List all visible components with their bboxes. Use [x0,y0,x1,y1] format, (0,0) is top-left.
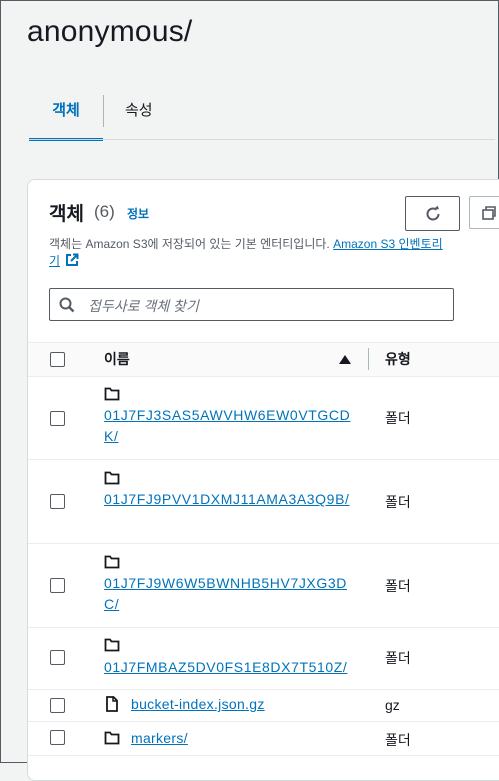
inventory-link[interactable]: Amazon S3 인벤토리 [333,237,443,251]
objects-count: (6) [94,202,115,221]
table-row: bucket-index.json.gz gz [28,690,499,722]
folder-icon [104,471,120,485]
tab-divider [103,95,104,127]
folder-icon [104,731,120,745]
objects-description-cont: 기 [49,253,79,270]
table-row: 01J7FJ9W6W5BWNHB5HV7JXG3DC/ 폴더 [28,544,499,628]
column-type[interactable]: 유형 [385,349,411,369]
folder-icon [104,387,120,401]
object-link[interactable]: 01J7FJ3SAS5AWVHW6EW0VTGCDK/ [104,405,354,447]
info-link[interactable]: 정보 [127,205,149,222]
object-type: 폴더 [385,732,411,748]
object-type: 폴더 [385,650,411,666]
inventory-link-cont[interactable]: 기 [49,254,60,268]
object-type: 폴더 [385,410,411,426]
row-checkbox[interactable] [50,698,65,713]
object-type: 폴더 [385,494,411,510]
tab-properties[interactable]: 속성 [125,91,153,139]
row-checkbox[interactable] [50,730,65,745]
objects-panel: 객체 (6) 정보 객체는 Amazon S3에 저장되어 있는 기본 엔터티입… [27,179,499,781]
object-link[interactable]: markers/ [131,728,188,749]
table-row: markers/ 폴더 [28,722,499,756]
tab-underline [29,139,495,140]
tab-bar: 객체 속성 [29,91,495,141]
description-text: 객체는 Amazon S3에 저장되어 있는 기본 엔터티입니다. [49,237,330,251]
tab-objects[interactable]: 객체 [29,91,103,141]
objects-heading: 객체 [49,204,84,225]
object-link[interactable]: 01J7FJ9W6W5BWNHB5HV7JXG3DC/ [104,573,354,615]
object-link[interactable]: 01J7FJ9PVV1DXMJ11AMA3A3Q9B/ [104,489,354,510]
copy-s3-uri-button[interactable] [469,196,499,229]
file-icon [106,696,118,712]
row-checkbox[interactable] [50,650,65,665]
search-field[interactable] [49,288,454,321]
object-type: 폴더 [385,578,411,594]
select-all-checkbox[interactable] [50,352,65,367]
object-type: gz [385,697,400,713]
search-icon [59,297,75,313]
column-divider[interactable] [368,348,369,370]
page-title: anonymous/ [27,15,193,48]
folder-icon [104,555,120,569]
row-checkbox[interactable] [50,578,65,593]
sort-ascending-icon[interactable] [339,355,351,364]
refresh-button[interactable] [405,196,460,231]
object-link[interactable]: bucket-index.json.gz [131,694,265,715]
folder-icon [104,638,120,652]
refresh-icon [426,205,439,220]
table-header: 이름 유형 [28,342,499,377]
table-row: 01J7FJ3SAS5AWVHW6EW0VTGCDK/ 폴더 [28,376,499,460]
row-checkbox[interactable] [50,494,65,509]
row-checkbox[interactable] [50,411,65,426]
table-row: 01J7FMBAZ5DV0FS1E8DX7T510Z/ 폴더 [28,628,499,690]
column-name[interactable]: 이름 [104,349,130,369]
objects-description: 객체는 Amazon S3에 저장되어 있는 기본 엔터티입니다. Amazon… [49,236,499,253]
copy-icon [482,205,496,220]
object-link[interactable]: 01J7FMBAZ5DV0FS1E8DX7T510Z/ [104,657,347,678]
table-row: 01J7FJ9PVV1DXMJ11AMA3A3Q9B/ 폴더 [28,460,499,544]
external-link-icon[interactable] [65,253,79,267]
search-input[interactable] [86,292,450,319]
